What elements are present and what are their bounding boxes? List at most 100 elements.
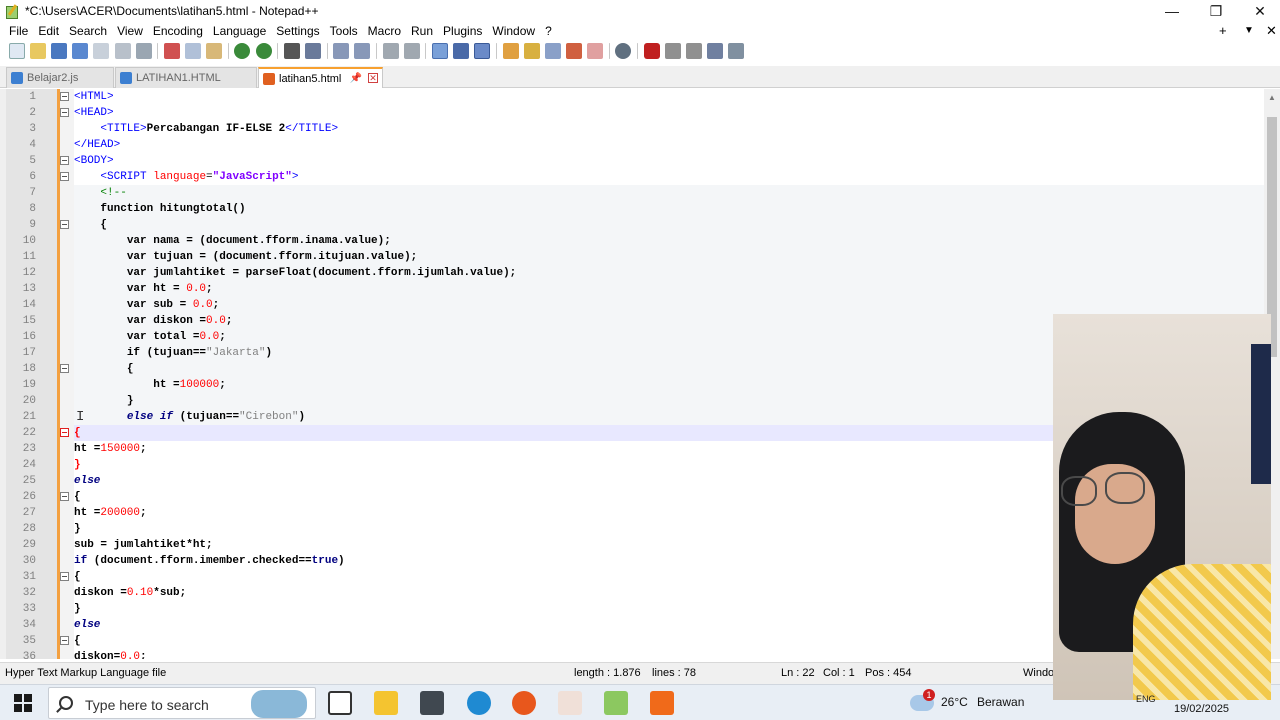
pin-icon[interactable]: 📌 [350,69,362,89]
indent-guide-icon[interactable] [474,43,491,59]
menu-file[interactable]: File [4,22,33,40]
tray-language[interactable]: ENG [1136,694,1156,704]
stop-macro-icon[interactable] [664,43,681,59]
maximize-button[interactable]: ❐ [1194,0,1238,22]
replace-icon[interactable] [305,43,322,59]
firefox-icon[interactable] [512,691,536,715]
weather-temp[interactable]: 26°C [941,695,968,709]
close-doc-button[interactable]: ✕ [1266,22,1277,40]
record-macro-icon[interactable] [643,43,660,59]
code-token: 150000 [100,443,141,455]
scroll-up-icon[interactable]: ▲ [1268,93,1276,102]
function-list-icon[interactable] [544,43,561,59]
code-line[interactable]: 11 var tujuan = (document.fform.itujuan.… [23,249,1264,265]
zoom-out-icon[interactable] [354,43,371,59]
menu-edit[interactable]: Edit [33,22,64,40]
code-line[interactable]: 14 var sub = 0.0; [23,297,1264,313]
save-macro-icon[interactable] [728,43,745,59]
notepadpp-taskbar-icon[interactable] [604,691,628,715]
folder-workspace-icon[interactable] [566,43,583,59]
line-number: 16 [22,331,36,343]
zoom-in-icon[interactable] [333,43,350,59]
eye-icon[interactable] [615,43,632,59]
show-all-chars-icon[interactable] [453,43,470,59]
code-line[interactable]: 7 <!-- [29,185,1264,201]
presentation-app-icon[interactable] [558,691,582,715]
fold-toggle-icon[interactable] [60,108,69,117]
fold-toggle-icon[interactable] [60,636,69,645]
tab-list-button[interactable]: ▼ [1244,22,1254,40]
fold-toggle-icon[interactable] [60,364,69,373]
monitoring-icon[interactable] [587,43,604,59]
taskbar-search[interactable]: Type here to search [48,687,316,719]
close-window-button[interactable]: ✕ [1238,0,1280,22]
minimize-button[interactable]: — [1150,0,1194,22]
menu-help[interactable]: ? [540,22,557,40]
code-line[interactable]: 3 <TITLE>Percabangan IF-ELSE 2</TITLE> [29,121,1264,137]
code-line[interactable]: 5 <BODY> [29,153,1264,169]
menu-encoding[interactable]: Encoding [148,22,208,40]
code-line[interactable]: 2 <HEAD> [29,105,1264,121]
close-tab-icon[interactable]: ✕ [368,73,378,83]
save-all-icon[interactable] [72,43,89,59]
run-macro-multiple-icon[interactable] [707,43,724,59]
code-token: 0.10 [126,587,154,599]
sync-horizontal-icon[interactable] [403,43,420,59]
new-file-icon[interactable] [8,43,25,59]
close-file-icon[interactable] [93,43,110,59]
undo-icon[interactable] [234,43,251,59]
copy-icon[interactable] [185,43,202,59]
menu-language[interactable]: Language [208,22,271,40]
tab-latihan1[interactable]: LATIHAN1.HTML [115,67,257,88]
tab-label: LATIHAN1.HTML [136,72,221,84]
fold-toggle-icon[interactable] [60,156,69,165]
menu-search[interactable]: Search [64,22,112,40]
close-all-icon[interactable] [114,43,131,59]
menu-plugins[interactable]: Plugins [438,22,487,40]
line-number: 36 [22,651,36,659]
weather-desc[interactable]: Berawan [977,695,1024,709]
redo-icon[interactable] [255,43,272,59]
fold-toggle-icon[interactable] [60,92,69,101]
fold-toggle-icon[interactable] [60,492,69,501]
menu-tools[interactable]: Tools [325,22,363,40]
fold-toggle-icon[interactable] [60,220,69,229]
fold-toggle-icon[interactable] [60,428,69,437]
find-icon[interactable] [283,43,300,59]
code-line[interactable]: 8 function hitungtotal() [29,201,1264,217]
code-line[interactable]: 9 { [29,217,1264,233]
print-icon[interactable] [135,43,152,59]
sync-vertical-icon[interactable] [382,43,399,59]
code-line[interactable]: 1 <HTML> [29,89,1264,105]
tab-latihan5[interactable]: latihan5.html 📌 ✕ [258,67,383,88]
menu-view[interactable]: View [112,22,148,40]
edge-icon[interactable] [467,691,491,715]
code-line[interactable]: 10 var nama = (document.fform.inama.valu… [23,233,1264,249]
menu-settings[interactable]: Settings [271,22,324,40]
menu-run[interactable]: Run [406,22,438,40]
code-line[interactable]: 6 <SCRIPT language="JavaScript"> [29,169,1264,185]
cut-icon[interactable] [163,43,180,59]
play-macro-icon[interactable] [686,43,703,59]
menu-window[interactable]: Window [487,22,540,40]
task-view-icon[interactable] [328,691,352,715]
save-icon[interactable] [50,43,67,59]
doc-map-icon[interactable] [523,43,540,59]
new-tab-button[interactable]: + [1219,22,1227,40]
code-line[interactable]: 13 var ht = 0.0; [23,281,1264,297]
mail-icon[interactable] [420,691,444,715]
menu-macro[interactable]: Macro [363,22,406,40]
code-line[interactable]: 4 </HEAD> [29,137,1264,153]
windows-start-icon[interactable] [14,694,32,712]
code-line[interactable]: 12 var jumlahtiket = parseFloat(document… [23,265,1264,281]
word-wrap-icon[interactable] [431,43,448,59]
tray-date[interactable]: 19/02/2025 [1174,703,1229,715]
fold-toggle-icon[interactable] [60,572,69,581]
open-file-icon[interactable] [29,43,46,59]
define-language-icon[interactable] [502,43,519,59]
fold-toggle-icon[interactable] [60,172,69,181]
paste-icon[interactable] [206,43,223,59]
tab-belajar2[interactable]: Belajar2.js [6,67,114,88]
file-explorer-icon[interactable] [374,691,398,715]
sublime-icon[interactable] [650,691,674,715]
